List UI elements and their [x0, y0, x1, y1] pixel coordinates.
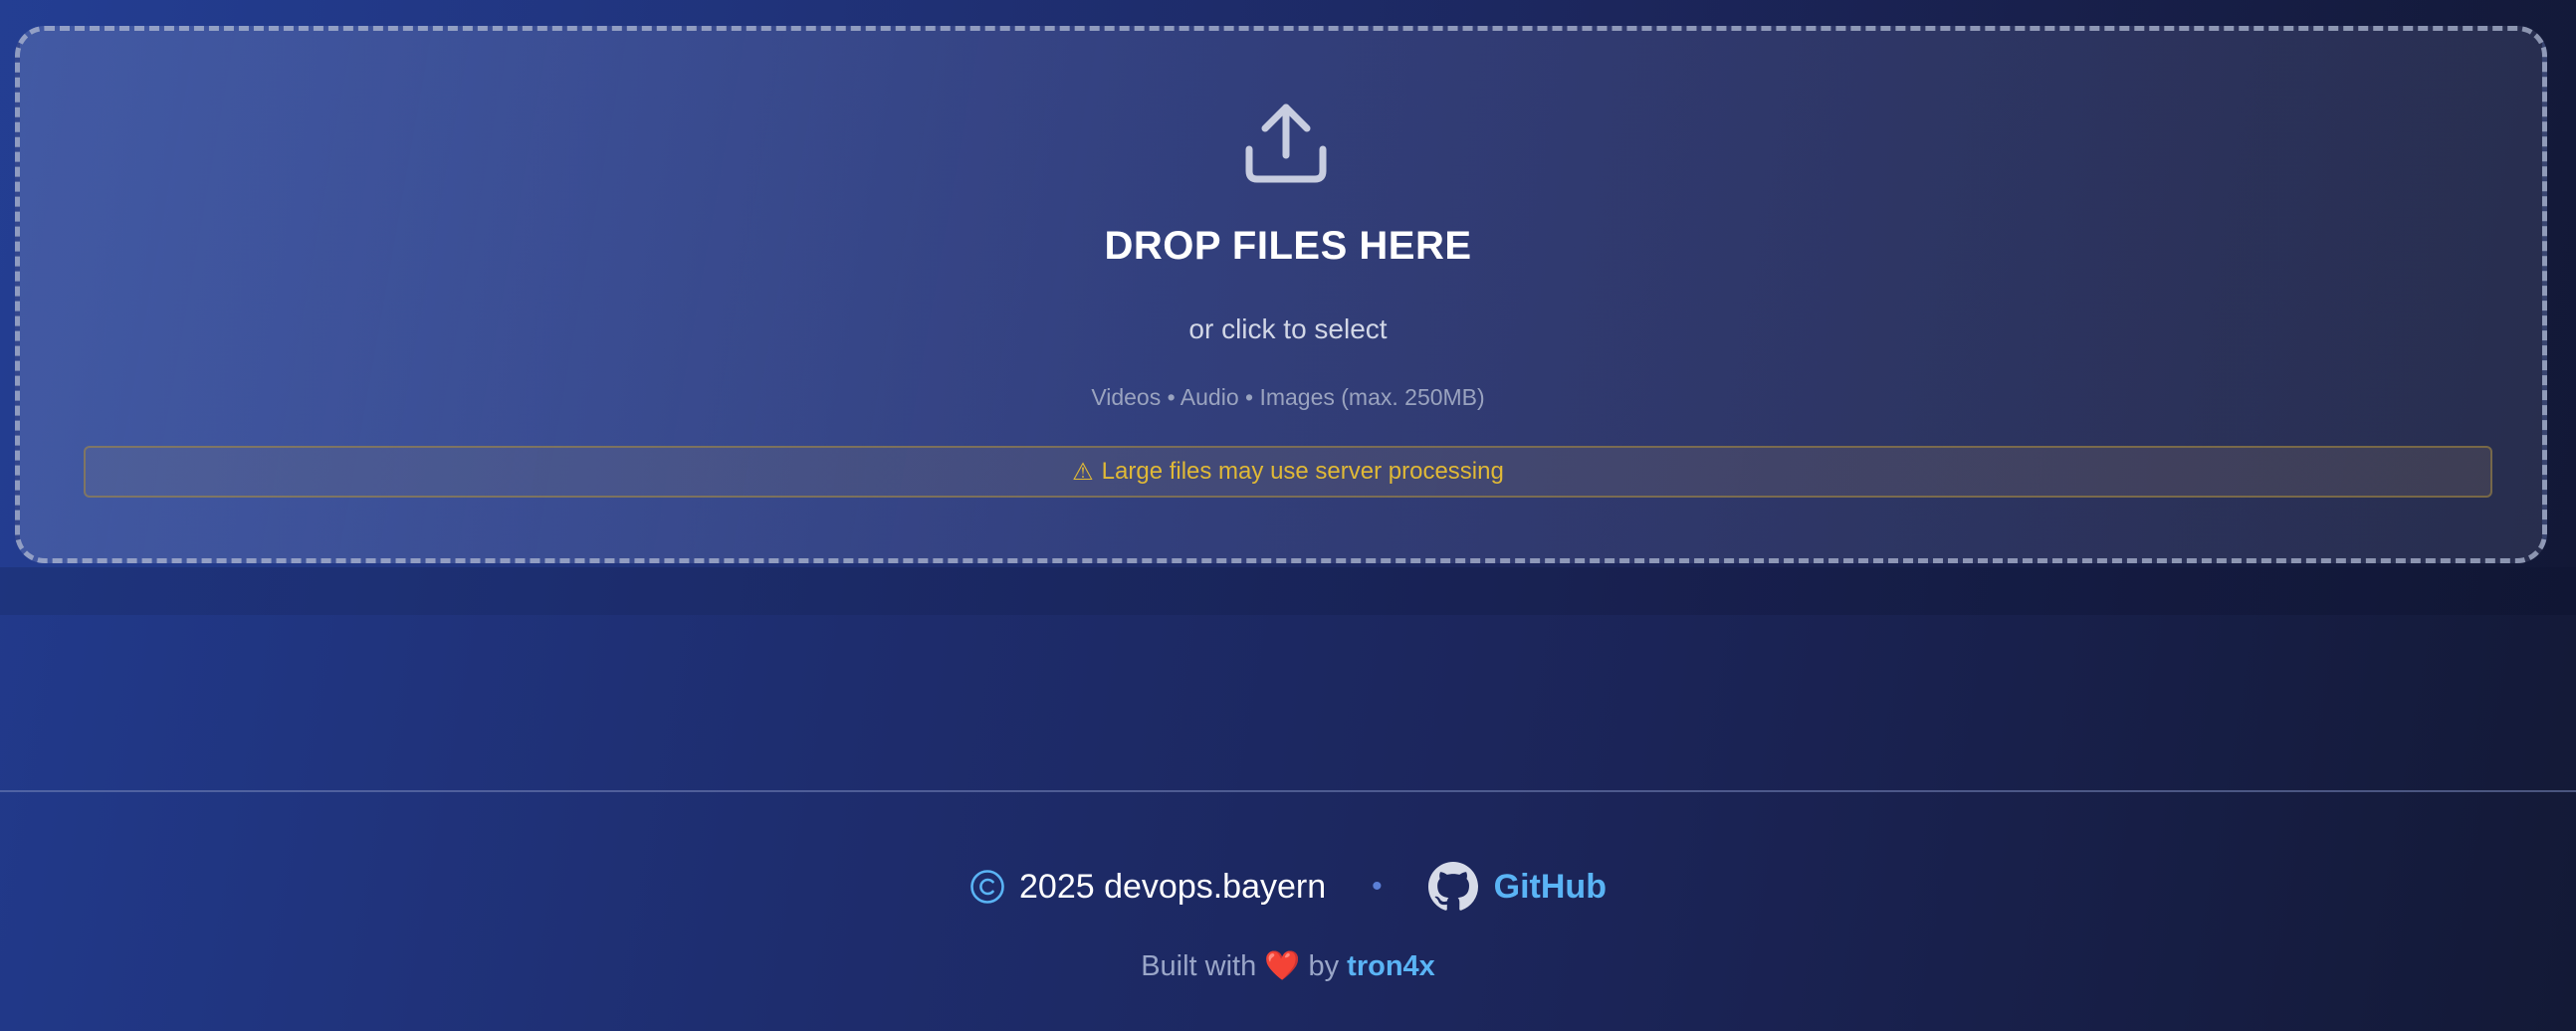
drop-files-title: DROP FILES HERE — [1104, 224, 1472, 268]
copyright-text: 2025 devops.bayern — [1019, 867, 1327, 906]
github-label: GitHub — [1493, 867, 1607, 906]
click-to-select-text: or click to select — [1188, 313, 1388, 344]
github-link[interactable]: GitHub — [1427, 862, 1607, 912]
built-by-text: by — [1308, 950, 1340, 982]
footer-divider — [0, 790, 2576, 792]
github-icon — [1427, 862, 1478, 911]
footer: 2025 devops.bayern • GitHub — [0, 858, 2576, 916]
footer-separator: • — [1372, 870, 1383, 903]
warning-icon: ⚠ — [1072, 458, 1094, 486]
warning-text: Large files may use server processing — [1101, 458, 1504, 485]
author-link[interactable]: tron4x — [1347, 950, 1435, 982]
large-file-warning: ⚠ Large files may use server processing — [84, 446, 2492, 498]
copyright: 2025 devops.bayern — [969, 868, 1326, 907]
upload-icon — [1245, 103, 1327, 183]
copyright-icon — [970, 870, 1004, 904]
supported-types-text: Videos • Audio • Images (max. 250MB) — [1091, 384, 1485, 410]
built-with-text: Built with — [1141, 950, 1257, 982]
heart-icon: ❤️ — [1264, 950, 1301, 982]
section-divider-band — [0, 567, 2576, 615]
built-with-credit: Built with ❤️ by tron4x — [0, 949, 2576, 983]
